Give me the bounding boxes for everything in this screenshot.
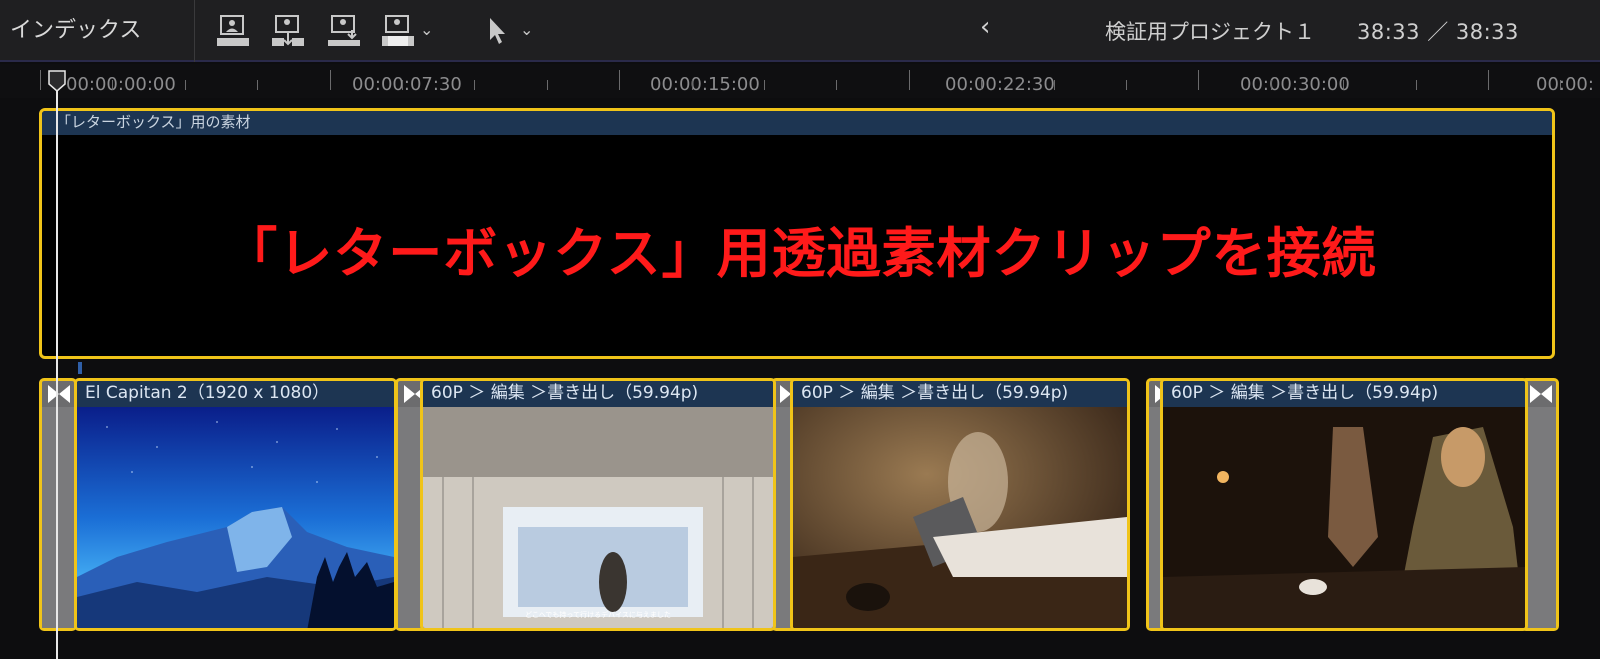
ruler-tick (619, 70, 621, 90)
append-clip-icon[interactable] (215, 14, 251, 48)
ruler-label: 00:00:22:30 (945, 74, 1055, 95)
ruler-tick (184, 80, 186, 90)
ruler-tick (40, 70, 41, 90)
ruler-tick (546, 80, 548, 90)
ruler-tick (329, 70, 331, 90)
clip-thumbnail-mountain (77, 407, 394, 628)
playhead-icon[interactable] (47, 70, 67, 92)
overwrite-clip-icon[interactable] (380, 14, 416, 48)
ruler-tick (836, 80, 838, 90)
timeline-area[interactable]: 「レターボックス」用の素材 「レターボックス」用透過素材クリップを接続 El C… (0, 98, 1600, 659)
ruler-tick (112, 80, 114, 90)
timeline-clip-60p-3[interactable]: 60P ＞ 編集 ＞書き出し（59.94p) (1160, 378, 1528, 631)
connection-marker (78, 362, 82, 374)
ruler-tick (1053, 80, 1055, 90)
transition-bowtie-icon (1530, 385, 1552, 403)
project-title: 検証用プロジェクト１ (1105, 20, 1315, 44)
clip-thumbnail-bar (1163, 407, 1525, 628)
back-chevron-icon[interactable]: ‹ (980, 12, 990, 42)
ruler-tick (1198, 70, 1200, 90)
ruler-tick (1343, 80, 1345, 90)
ruler-tick (1415, 80, 1417, 90)
index-button[interactable]: インデックス (0, 0, 195, 62)
ruler-tick (1126, 80, 1127, 90)
insert-clip-icon[interactable] (270, 14, 306, 48)
clip-label: 60P ＞ 編集 ＞書き出し（59.94p) (1163, 381, 1525, 407)
select-arrow-icon[interactable] (484, 14, 520, 48)
ruler-tick (1560, 80, 1562, 90)
ruler-tick (402, 80, 403, 90)
ruler-tick (474, 80, 476, 90)
timeline-clip-60p-1[interactable]: 60P ＞ 編集 ＞書き出し（59.94p) どこへでも持って行けるデバイスに与… (420, 378, 776, 631)
ruler-label: 00:00:07:30 (352, 74, 462, 95)
ruler-tick (1488, 70, 1489, 90)
transition-body (42, 407, 74, 628)
transition[interactable] (39, 378, 77, 631)
ruler-label: 00:00: (1536, 74, 1594, 95)
ruler-tick (1270, 80, 1272, 90)
ruler-tick (908, 70, 910, 90)
clip-label: El Capitan 2（1920 x 1080） (77, 381, 394, 407)
ruler-tick (257, 80, 259, 90)
ruler-tick (691, 80, 693, 90)
connected-clip-label: 「レターボックス」用の素材 (42, 111, 1552, 135)
connected-clip[interactable]: 「レターボックス」用の素材 「レターボックス」用透過素材クリップを接続 (39, 108, 1555, 359)
clip-thumbnail-cafe (793, 407, 1127, 628)
tool-menu-chevron-icon[interactable]: ⌄ (520, 20, 533, 39)
overwrite-menu-chevron-icon[interactable]: ⌄ (420, 20, 433, 39)
timeline-clip-el-capitan[interactable]: El Capitan 2（1920 x 1080） (74, 378, 397, 631)
ruler-tick (981, 80, 983, 90)
clip-thumbnail-room: どこへでも持って行けるデバイスに与えました (423, 407, 773, 628)
playhead-line[interactable] (56, 78, 58, 659)
overlay-caption: 「レターボックス」用透過素材クリップを接続 (223, 222, 1377, 285)
connect-clip-icon[interactable] (326, 14, 362, 48)
ruler-label: 00:00:00:00 (66, 74, 176, 95)
clip-label: 60P ＞ 編集 ＞書き出し（59.94p) (423, 381, 773, 407)
ruler-label: 00:00:15:00 (650, 74, 760, 95)
clip-label: 60P ＞ 編集 ＞書き出し（59.94p) (793, 381, 1127, 407)
ruler-tick (764, 80, 765, 90)
duration-display: 38:33 ／ 38:33 (1357, 20, 1519, 44)
transition-bowtie-icon (48, 385, 70, 403)
timeline-clip-60p-2[interactable]: 60P ＞ 編集 ＞書き出し（59.94p) (790, 378, 1130, 631)
timeline-toolbar: インデックス ⌄ ⌄ ‹ 検証用プロジェクト１ 38:33 ／ 38:33 (0, 0, 1600, 62)
transition-body (1524, 407, 1556, 628)
timecode-ruler[interactable]: 00:00:00:00 00:00:07:30 00:00:15:00 00:0… (0, 64, 1600, 98)
ruler-label: 00:00:30:00 (1240, 74, 1350, 95)
clip-subtitle: どこへでも持って行けるデバイスに与えました (525, 610, 671, 619)
